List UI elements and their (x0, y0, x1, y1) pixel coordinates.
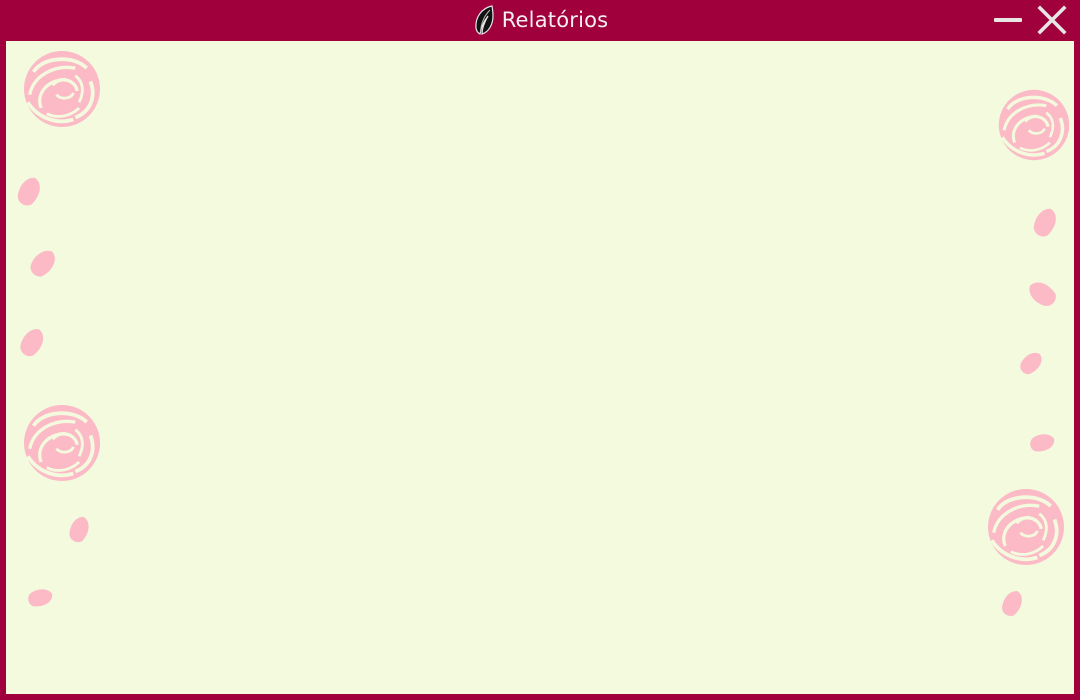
petal-decoration (1024, 278, 1060, 310)
petal-decoration (1016, 348, 1046, 378)
close-icon (1037, 5, 1067, 35)
floral-decoration (14, 49, 1071, 619)
title-bar[interactable]: Relatórios (0, 0, 1080, 40)
petal-decoration (1027, 430, 1057, 455)
window-title: Relatórios (501, 8, 609, 32)
petal-decoration (14, 174, 44, 209)
rose-decoration (22, 49, 102, 129)
app-window: Relatórios (0, 0, 1080, 700)
rose-decoration (22, 403, 102, 483)
petal-decoration (17, 324, 48, 360)
petal-decoration (1030, 205, 1060, 240)
close-button[interactable] (1035, 4, 1069, 36)
minimize-icon (994, 18, 1022, 22)
title-group: Relatórios (0, 0, 1080, 40)
petal-decoration (26, 245, 60, 281)
feather-leaf-icon (475, 5, 494, 35)
petal-decoration (67, 514, 92, 545)
minimize-button[interactable] (991, 4, 1025, 36)
petal-decoration (25, 585, 55, 610)
rose-decoration (986, 487, 1066, 567)
reports-content-area (6, 41, 1074, 694)
petal-decoration (999, 587, 1026, 619)
rose-decoration (997, 88, 1071, 162)
